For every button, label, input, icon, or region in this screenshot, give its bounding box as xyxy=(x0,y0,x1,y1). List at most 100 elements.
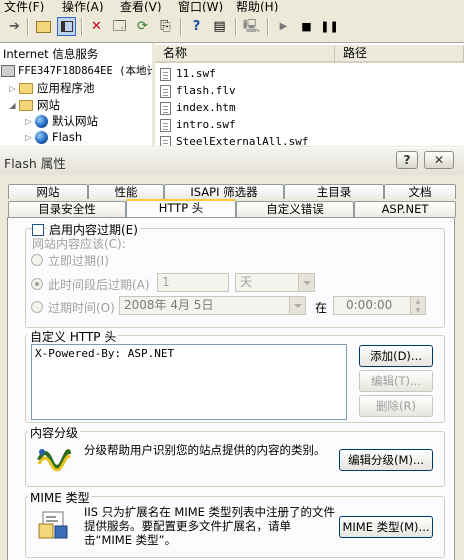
tree-item-flash[interactable]: ▷ Flash xyxy=(24,130,82,144)
tree-item-label: 网站 xyxy=(37,98,60,112)
expand-icon[interactable]: ▷ xyxy=(8,84,17,93)
menu-bar: 文件(F) 操作(A) 查看(V) 窗口(W) 帮助(H) xyxy=(0,0,464,12)
file-name: 11.swf xyxy=(176,67,216,80)
properties-icon[interactable]: 🗔 xyxy=(110,17,129,36)
mime-types-title: MIME 类型 xyxy=(28,489,92,506)
file-name: SteelExternalAll.swf xyxy=(176,135,309,146)
expire-immediately-label: 立即过期(I) xyxy=(48,254,109,268)
forward-arrow-icon[interactable]: ➔ xyxy=(5,17,24,36)
expire-on-label: 过期时间(O) xyxy=(48,301,115,315)
tab-http-headers[interactable]: HTTP 头 xyxy=(126,199,236,217)
file-icon xyxy=(160,84,171,98)
list-item[interactable]: flash.flv xyxy=(160,84,236,98)
list-item[interactable]: intro.swf xyxy=(160,118,236,132)
expand-icon[interactable]: ▷ xyxy=(24,133,33,142)
up-folder-icon[interactable] xyxy=(34,17,53,36)
mime-types-button[interactable]: MIME 类型(M)... xyxy=(339,516,433,538)
toolbar-separator xyxy=(27,18,29,36)
toolbar-separator xyxy=(235,18,237,36)
tab-website[interactable]: 网站 xyxy=(8,184,88,199)
header-entry[interactable]: X-Powered-By: ASP.NET xyxy=(35,347,343,360)
list-item[interactable]: index.htm xyxy=(160,101,236,115)
list-item[interactable]: SteelExternalAll.swf xyxy=(160,135,308,146)
tree-item-label: 应用程序池 xyxy=(37,81,95,95)
at-label: 在 xyxy=(315,301,328,315)
expire-time-input[interactable]: 0:00:00 ▲ ▼ xyxy=(333,296,426,315)
content-should-label: 网站内容应该(C): xyxy=(32,237,126,251)
toolbar-separator xyxy=(267,18,269,36)
dialog-title: Flash 属性 xyxy=(4,156,66,171)
tab-custom-errors[interactable]: 自定义错误 xyxy=(236,201,354,217)
menu-view[interactable]: 查看(V) xyxy=(120,0,162,12)
refresh-icon[interactable]: ⟳ xyxy=(133,17,152,36)
expire-after-radio[interactable] xyxy=(31,278,43,290)
expire-after-value-input[interactable]: 1 xyxy=(157,273,229,292)
tab-directory-security[interactable]: 目录安全性 xyxy=(8,201,126,217)
export-list-icon[interactable]: ⎘ xyxy=(156,17,175,36)
file-name: intro.swf xyxy=(176,118,236,131)
add-header-button[interactable]: 添加(D)... xyxy=(359,345,433,367)
toolbar-separator xyxy=(180,18,182,36)
custom-headers-list[interactable]: X-Powered-By: ASP.NET xyxy=(31,344,347,420)
mime-types-description: IIS 只为扩展名在 MIME 类型列表中注册了的文件提供服务。要配置更多文件扩… xyxy=(84,505,336,547)
delete-icon[interactable]: ✕ xyxy=(87,17,106,36)
edit-header-button[interactable]: 编辑(T)... xyxy=(359,370,433,392)
http-headers-page: 启用内容过期(E) 网站内容应该(C): 立即过期(I) 此时间段后过期(A) … xyxy=(7,217,455,560)
expire-time-value: 0:00:00 xyxy=(346,298,393,312)
tree-root[interactable]: Internet 信息服务 xyxy=(3,46,98,62)
globe-icon xyxy=(35,131,48,144)
tree-item-default-site[interactable]: ▷ 默认网站 xyxy=(24,113,98,129)
expire-date-picker[interactable]: 2008年 4月 5日 xyxy=(119,296,306,315)
menu-action[interactable]: 操作(A) xyxy=(62,0,104,12)
dialog-titlebar[interactable]: Flash 属性 ? ✕ xyxy=(0,147,464,175)
close-button[interactable]: ✕ xyxy=(424,151,454,169)
console-icon[interactable]: ▤ xyxy=(210,17,229,36)
expand-icon[interactable]: ▷ xyxy=(24,117,33,126)
content-rating-icon xyxy=(36,443,72,473)
list-item[interactable]: 11.swf xyxy=(160,67,216,81)
file-icon xyxy=(160,135,171,146)
tree-item-label: 默认网站 xyxy=(52,114,98,128)
tab-isapi-filters[interactable]: ISAPI 筛选器 xyxy=(164,184,284,199)
show-tree-icon[interactable] xyxy=(57,17,76,36)
help-button[interactable]: ? xyxy=(396,151,418,169)
time-spinner-icon[interactable]: ▲ ▼ xyxy=(410,297,425,314)
file-icon xyxy=(160,118,171,132)
column-header-name[interactable]: 名称 xyxy=(155,45,335,63)
tree-item-computer[interactable]: FFE347F18D864EE (本地计 xyxy=(1,63,155,78)
expire-on-radio[interactable] xyxy=(31,301,43,313)
tree-item-label: FFE347F18D864EE (本地计 xyxy=(18,65,155,77)
mime-types-icon xyxy=(37,509,69,541)
menu-file[interactable]: 文件(F) xyxy=(4,0,44,12)
file-name: index.htm xyxy=(176,101,236,114)
tree-panel: Internet 信息服务 FFE347F18D864EE (本地计 ▷ 应用程序… xyxy=(0,43,155,146)
play-icon[interactable]: ▶ xyxy=(274,17,293,36)
help-icon[interactable]: ? xyxy=(187,17,206,36)
expire-date-value: 2008年 4月 5日 xyxy=(124,298,214,312)
expire-immediately-radio[interactable] xyxy=(31,254,43,266)
delete-header-button[interactable]: 删除(R) xyxy=(359,395,433,417)
menu-help[interactable]: 帮助(H) xyxy=(236,0,278,12)
computer-icon xyxy=(1,64,15,77)
tab-aspnet[interactable]: ASP.NET xyxy=(354,201,456,217)
tree-item-app-pools[interactable]: ▷ 应用程序池 xyxy=(8,80,95,96)
chevron-down-icon xyxy=(289,297,305,314)
expire-after-label: 此时间段后过期(A) xyxy=(48,278,150,292)
column-header-path[interactable]: 路径 xyxy=(335,45,464,63)
toolbar: ➔ ✕ 🗔 ⟳ ⎘ ? ▤ 🖳 ▶ ■ ❚❚ xyxy=(0,12,464,43)
custom-headers-title: 自定义 HTTP 头 xyxy=(28,328,119,345)
tree-item-websites[interactable]: ◢ 网站 xyxy=(8,97,60,113)
computer-icon[interactable]: 🖳 xyxy=(242,17,261,36)
tab-home-directory[interactable]: 主目录 xyxy=(284,184,384,199)
toolbar-separator xyxy=(81,18,83,36)
edit-ratings-button[interactable]: 编辑分级(M)... xyxy=(339,449,433,471)
stop-icon[interactable]: ■ xyxy=(297,17,316,36)
collapse-icon[interactable]: ◢ xyxy=(8,101,17,110)
globe-icon xyxy=(35,115,48,128)
file-name: flash.flv xyxy=(176,84,236,97)
tab-documents[interactable]: 文档 xyxy=(384,184,456,199)
tab-performance[interactable]: 性能 xyxy=(88,184,164,199)
menu-window[interactable]: 窗口(W) xyxy=(178,0,223,12)
pause-icon[interactable]: ❚❚ xyxy=(320,17,339,36)
expire-unit-select[interactable]: 天 xyxy=(235,273,315,292)
